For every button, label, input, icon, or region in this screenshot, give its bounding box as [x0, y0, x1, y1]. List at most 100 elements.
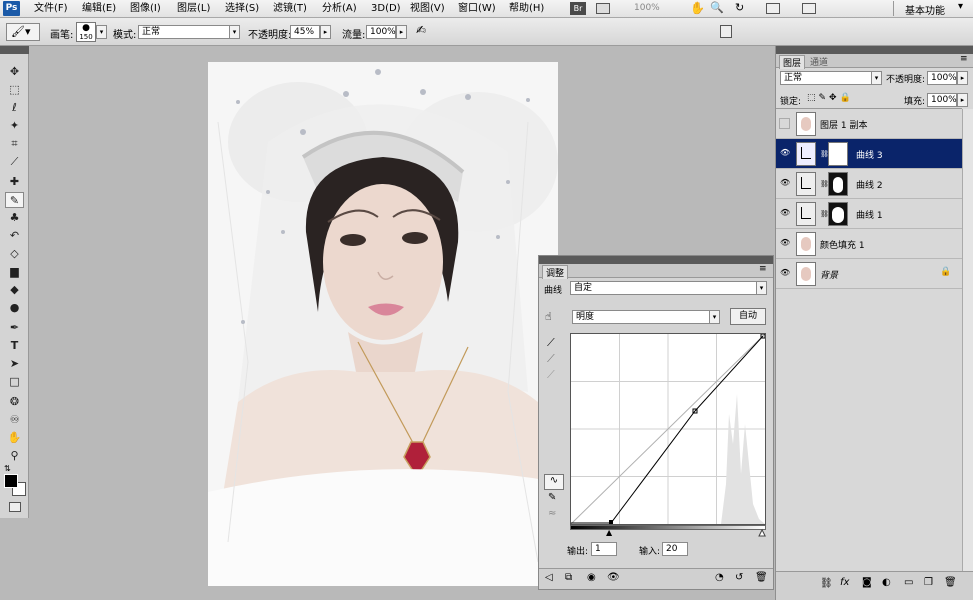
layer-mask-thumbnail[interactable] — [828, 172, 848, 196]
menu-analysis[interactable]: 分析(A) — [322, 2, 357, 16]
type-tool-icon[interactable]: T — [5, 338, 24, 354]
blend-mode-select[interactable]: 正常 — [780, 71, 872, 85]
zoom-tool-icon[interactable]: 🔍 — [710, 1, 724, 14]
layer-mask-thumbnail[interactable] — [828, 202, 848, 226]
pen-tool-icon[interactable]: ✒ — [5, 320, 24, 336]
layer-name[interactable]: 曲线 1 — [856, 208, 883, 221]
crop-tool-icon[interactable]: ⌗ — [5, 136, 24, 152]
panel-menu-icon[interactable]: ≡ — [960, 54, 968, 64]
menu-layer[interactable]: 图层(L) — [177, 2, 210, 16]
menu-view[interactable]: 视图(V) — [410, 2, 445, 16]
brush-panel-toggle-icon[interactable] — [720, 25, 732, 38]
tab-layers[interactable]: 图层 — [779, 55, 806, 69]
layer-name[interactable]: 曲线 3 — [856, 148, 883, 161]
panel-collapse-bar[interactable] — [539, 256, 773, 264]
channel-dropdown-icon[interactable]: ▾ — [709, 310, 720, 324]
new-layer-icon[interactable]: ❐ — [924, 577, 933, 588]
eye-icon[interactable]: 👁 — [780, 269, 790, 277]
magic-wand-tool-icon[interactable]: ✦ — [5, 118, 24, 134]
gray-point-eyedropper-icon[interactable]: ⟋ — [547, 352, 555, 366]
move-tool-icon[interactable]: ✥ — [5, 64, 24, 80]
tool-preset-picker[interactable]: 🖌▾ — [6, 23, 40, 41]
layer-name[interactable]: 图层 1 副本 — [820, 118, 867, 131]
hand-tool-icon[interactable]: ✋ — [690, 1, 705, 15]
layer-name[interactable]: 曲线 2 — [856, 178, 883, 191]
layer-row[interactable]: 👁 背景 🔒 — [776, 259, 973, 289]
menu-help[interactable]: 帮助(H) — [509, 2, 544, 16]
swap-colors-icon[interactable]: ⇅ — [4, 464, 11, 473]
layer-row[interactable]: 👁 ⛓ 曲线 2 — [776, 169, 973, 199]
arrange-documents-icon[interactable] — [766, 3, 780, 14]
add-mask-icon[interactable]: ◙ — [862, 577, 872, 588]
blur-tool-icon[interactable]: ◆ — [5, 282, 24, 298]
menu-filter[interactable]: 滤镜(T) — [273, 2, 307, 16]
gradient-tool-icon[interactable]: ▆ — [5, 264, 24, 280]
workspace-switcher[interactable]: 基本功能 — [905, 2, 945, 17]
trash-icon[interactable]: 🗑 — [944, 577, 957, 588]
on-image-adjust-icon[interactable]: ☝ — [545, 310, 552, 323]
new-adjustment-icon[interactable]: ◐ — [882, 577, 891, 588]
rotate-view-icon[interactable]: ↻ — [735, 1, 744, 14]
auto-button[interactable]: 自动 — [730, 308, 766, 325]
tab-adjustments[interactable]: 调整 — [542, 265, 569, 279]
brush-tool-icon[interactable]: ✎ — [5, 192, 24, 208]
3d-rotate-tool-icon[interactable]: ❂ — [5, 394, 24, 410]
document-canvas[interactable] — [208, 62, 558, 586]
view-previous-icon[interactable]: ◔ — [715, 572, 724, 583]
layer-opacity-input[interactable]: 100% — [927, 71, 957, 85]
quick-mask-icon[interactable] — [9, 502, 21, 512]
expand-view-icon[interactable]: ⧉ — [565, 572, 572, 583]
eye-icon[interactable]: 👁 — [780, 209, 790, 217]
layer-row[interactable]: 👁 颜色填充 1 — [776, 229, 973, 259]
black-input-slider-icon[interactable]: ▲ — [606, 528, 612, 537]
curves-graph[interactable] — [570, 333, 766, 525]
pencil-mode-icon[interactable]: ✎ — [548, 492, 556, 503]
screen-layout-icon[interactable] — [596, 3, 610, 14]
layer-name[interactable]: 颜色填充 1 — [820, 238, 865, 251]
smooth-curve-icon[interactable]: ≈ — [548, 508, 556, 519]
menu-select[interactable]: 选择(S) — [225, 2, 259, 16]
curve-point-mode-icon[interactable]: ∿ — [544, 474, 564, 490]
back-arrow-icon[interactable]: ◁ — [545, 572, 553, 583]
menu-file[interactable]: 文件(F) — [34, 2, 68, 16]
zoom-level[interactable]: 100% — [634, 3, 660, 13]
panel-menu-icon[interactable]: ≡ — [759, 264, 767, 274]
hand-tool-icon[interactable]: ✋ — [5, 430, 24, 446]
panel-collapse-bar[interactable] — [776, 46, 973, 54]
opacity-slider-icon[interactable]: ▸ — [320, 25, 331, 39]
flow-slider-icon[interactable]: ▸ — [396, 25, 407, 39]
channel-select[interactable]: 明度 — [572, 310, 712, 324]
workspace-dropdown-icon[interactable]: ▾ — [958, 1, 963, 12]
mode-dropdown-icon[interactable]: ▾ — [229, 25, 240, 39]
preset-select[interactable]: 自定 — [570, 281, 758, 295]
link-layers-icon[interactable]: ⛓ — [820, 578, 833, 589]
menu-3d[interactable]: 3D(D) — [371, 2, 401, 16]
layer-name[interactable]: 背景 — [820, 268, 838, 281]
screen-mode-icon[interactable] — [802, 3, 816, 14]
layer-row[interactable]: 图层 1 副本 — [776, 109, 973, 139]
menu-image[interactable]: 图像(I) — [130, 2, 161, 16]
menu-edit[interactable]: 编辑(E) — [82, 2, 116, 16]
menu-window[interactable]: 窗口(W) — [458, 2, 496, 16]
input-input[interactable]: 20 — [662, 542, 688, 556]
eye-icon[interactable]: 👁 — [780, 239, 790, 247]
opacity-input[interactable]: 45% — [290, 25, 320, 39]
airbrush-icon[interactable]: ✍ — [416, 23, 426, 37]
foreground-color-swatch[interactable] — [4, 474, 18, 488]
eraser-tool-icon[interactable]: ◇ — [5, 246, 24, 262]
zoom-tool-icon[interactable]: ⚲ — [5, 448, 24, 464]
3d-orbit-tool-icon[interactable]: ♾ — [5, 412, 24, 428]
eye-icon[interactable]: 👁 — [780, 179, 790, 187]
clone-stamp-tool-icon[interactable]: ♣ — [5, 210, 24, 226]
reset-icon[interactable]: ↺ — [735, 572, 743, 583]
eye-icon[interactable]: 👁 — [780, 149, 790, 157]
fill-input[interactable]: 100% — [927, 93, 957, 107]
layer-mask-thumbnail[interactable] — [828, 142, 848, 166]
white-input-slider-icon[interactable]: ▲ — [758, 528, 765, 538]
eyedropper-tool-icon[interactable]: ⟋ — [5, 154, 24, 170]
lasso-tool-icon[interactable]: ℓ — [5, 100, 24, 116]
blend-mode-dropdown-icon[interactable]: ▾ — [871, 71, 882, 85]
preset-dropdown-icon[interactable]: ▾ — [756, 281, 767, 295]
flow-input[interactable]: 100% — [366, 25, 396, 39]
fx-icon[interactable]: fx — [840, 577, 849, 588]
